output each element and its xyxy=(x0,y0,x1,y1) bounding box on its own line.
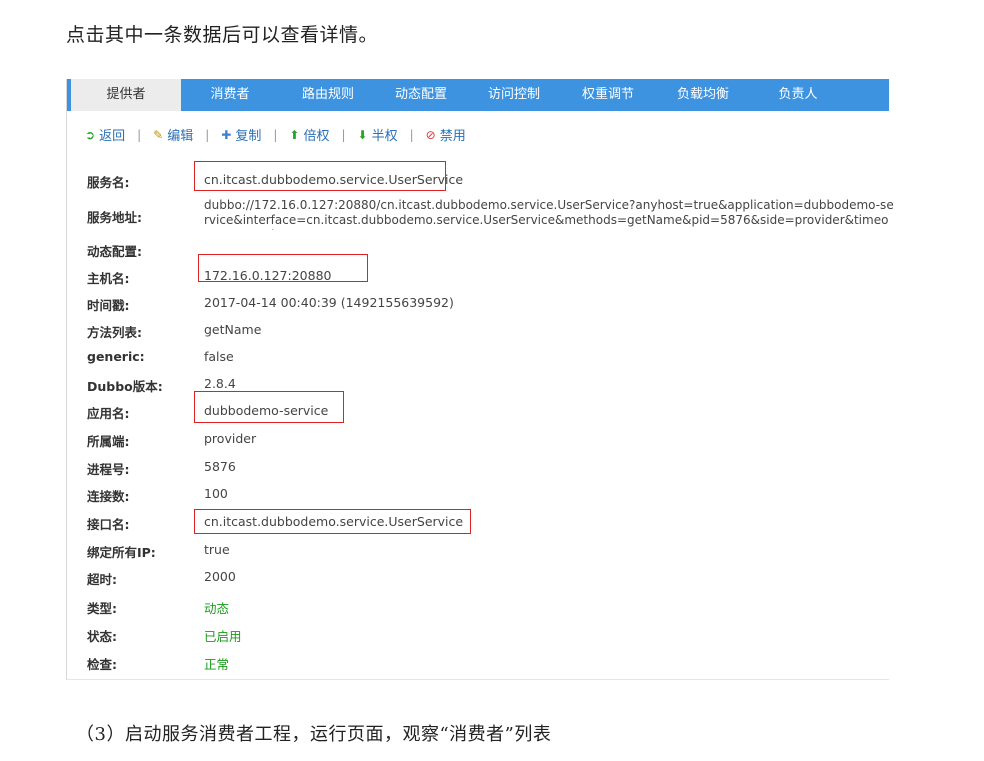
disable-button[interactable]: ⊘ 禁用 xyxy=(425,125,466,145)
back-button[interactable]: ➲ 返回 xyxy=(85,125,126,145)
detail-label: 状态: xyxy=(87,629,117,644)
edit-button[interactable]: ✎ 编辑 xyxy=(153,125,194,145)
detail-value: 动态 xyxy=(204,601,230,616)
double-weight-label: 倍权 xyxy=(303,129,330,144)
detail-label: 应用名: xyxy=(87,406,130,421)
double-weight-button[interactable]: ⬆ 倍权 xyxy=(289,125,330,145)
detail-label: 时间戳: xyxy=(87,298,130,313)
tab-access-control[interactable]: 访问控制 xyxy=(465,79,563,111)
pencil-icon: ✎ xyxy=(153,127,164,142)
highlight-box-host xyxy=(198,254,368,282)
footer-text: （3）启动服务消费者工程，运行页面，观察“消费者”列表 xyxy=(76,724,552,745)
toolbar-divider: | xyxy=(273,127,278,142)
back-icon: ➲ xyxy=(85,127,96,142)
detail-value: dubbo://172.16.0.127:20880/cn.itcast.dub… xyxy=(204,198,894,230)
tab-bar: 提供者 消费者 路由规则 动态配置 访问控制 权重调节 负载均衡 负责人 xyxy=(67,79,889,111)
toolbar-divider: | xyxy=(341,127,346,142)
detail-value: 5876 xyxy=(204,459,236,474)
tab-dynamic-config[interactable]: 动态配置 xyxy=(377,79,465,111)
detail-value: getName xyxy=(204,322,262,337)
detail-value: false xyxy=(204,349,234,364)
provider-detail-panel: 提供者 消费者 路由规则 动态配置 访问控制 权重调节 负载均衡 负责人 ➲ 返… xyxy=(66,79,894,680)
highlight-box-interface xyxy=(194,509,471,534)
detail-value: 2000 xyxy=(204,569,236,584)
detail-label: 检查: xyxy=(87,657,117,672)
copy-button[interactable]: ✚ 复制 xyxy=(221,125,262,145)
detail-value: 2017-04-14 00:40:39 (1492155639592) xyxy=(204,295,454,310)
arrow-up-icon: ⬆ xyxy=(289,127,300,142)
toolbar-divider: | xyxy=(137,127,142,142)
detail-value: 已启用 xyxy=(204,629,242,644)
tab-owner[interactable]: 负责人 xyxy=(753,79,843,111)
detail-value: provider xyxy=(204,431,257,446)
detail-value: 2.8.4 xyxy=(204,376,236,391)
detail-label: 服务地址: xyxy=(87,210,142,225)
detail-label: 主机名: xyxy=(87,271,130,286)
highlight-box-service-name xyxy=(194,161,446,191)
detail-label: Dubbo版本: xyxy=(87,379,163,394)
detail-label: 连接数: xyxy=(87,489,130,504)
detail-label: 所属端: xyxy=(87,434,130,449)
detail-label: 方法列表: xyxy=(87,325,142,340)
detail-value: true xyxy=(204,542,230,557)
toolbar-divider: | xyxy=(409,127,414,142)
tab-routing-rules[interactable]: 路由规则 xyxy=(279,79,377,111)
intro-text: 点击其中一条数据后可以查看详情。 xyxy=(66,24,379,46)
detail-label: 进程号: xyxy=(87,462,130,477)
half-weight-label: 半权 xyxy=(371,129,398,144)
detail-label: 服务名: xyxy=(87,175,130,190)
highlight-box-application xyxy=(194,391,344,423)
detail-label: 超时: xyxy=(87,572,117,587)
detail-value: 100 xyxy=(204,486,228,501)
tab-providers[interactable]: 提供者 xyxy=(71,79,181,111)
tab-load-balance[interactable]: 负载均衡 xyxy=(653,79,753,111)
action-toolbar: ➲ 返回 | ✎ 编辑 | ✚ 复制 | ⬆ 倍权 | ⬇ 半权 | ⊘ 禁用 xyxy=(85,125,466,145)
ban-icon: ⊘ xyxy=(425,127,436,142)
plus-icon: ✚ xyxy=(221,127,232,142)
detail-label: 接口名: xyxy=(87,517,130,532)
arrow-down-icon: ⬇ xyxy=(357,127,368,142)
edit-label: 编辑 xyxy=(167,129,194,144)
disable-label: 禁用 xyxy=(439,129,466,144)
half-weight-button[interactable]: ⬇ 半权 xyxy=(357,125,398,145)
detail-value: 正常 xyxy=(204,657,230,672)
toolbar-divider: | xyxy=(205,127,210,142)
detail-label: generic: xyxy=(87,349,145,364)
tab-weight-adjust[interactable]: 权重调节 xyxy=(563,79,653,111)
detail-label: 动态配置: xyxy=(87,244,142,259)
detail-label: 绑定所有IP: xyxy=(87,545,156,560)
copy-label: 复制 xyxy=(235,129,262,144)
tab-consumers[interactable]: 消费者 xyxy=(181,79,279,111)
back-label: 返回 xyxy=(99,129,126,144)
detail-label: 类型: xyxy=(87,601,117,616)
